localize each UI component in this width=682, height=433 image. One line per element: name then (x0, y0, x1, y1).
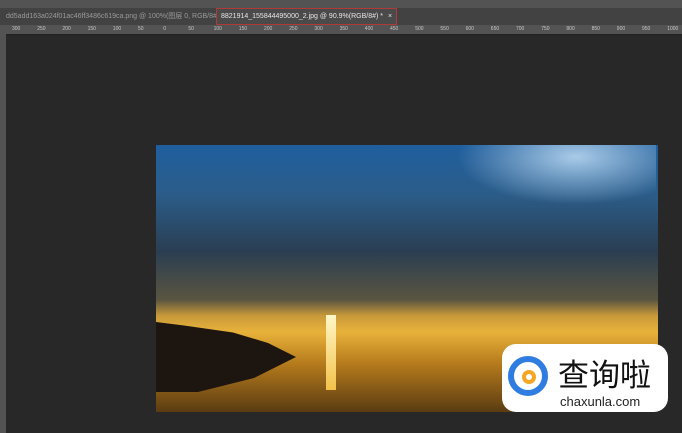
ruler-label: 750 (541, 26, 550, 32)
tab-document-2[interactable]: 8821914_155844495000_2.jpg @ 90.9%(RGB/8… (216, 8, 398, 25)
ruler-label: 200 (264, 26, 273, 32)
ruler-label: 50 (138, 26, 144, 32)
ruler-label: 1000 (667, 26, 679, 32)
ruler-label: 300 (12, 26, 21, 32)
ruler-label: 100 (213, 26, 222, 32)
tab-label: dd5add163a024f01ac46ff3486c619ca.png @ 1… (6, 13, 220, 20)
ruler-label: 50 (188, 26, 194, 32)
watermark-url: chaxunla.com (560, 394, 641, 409)
ruler-label: 700 (516, 26, 525, 32)
ruler-label: 650 (490, 26, 500, 32)
rocks (156, 322, 296, 392)
ruler-label: 400 (364, 26, 374, 32)
ruler-label: 200 (62, 26, 71, 32)
ruler-label: 300 (314, 26, 323, 32)
vertical-ruler (0, 34, 6, 433)
ruler-label: 800 (566, 26, 575, 32)
ruler-label: 950 (642, 26, 651, 32)
search-logo-icon (508, 356, 548, 396)
cloud (456, 145, 656, 205)
close-icon[interactable]: × (388, 13, 392, 20)
ruler-label: 150 (87, 26, 96, 32)
tab-document-1[interactable]: dd5add163a024f01ac46ff3486c619ca.png @ 1… (2, 8, 232, 25)
document-tabs: dd5add163a024f01ac46ff3486c619ca.png @ 1… (0, 8, 682, 25)
ruler-label: 850 (591, 26, 600, 32)
ruler-label: 250 (289, 26, 298, 32)
ruler-label: 150 (238, 26, 248, 32)
ruler-label: 0 (163, 26, 166, 32)
watermark: 查询啦 chaxunla.com (502, 344, 668, 412)
horizontal-ruler: 300 250 200 150 100 50 0 50 100 150 200 250 300 350 40… (0, 25, 682, 35)
sun-reflection (326, 315, 336, 390)
ruler-label: 900 (616, 26, 626, 32)
ruler-label: 500 (415, 26, 424, 32)
ruler-label: 550 (440, 26, 449, 32)
tab-label: 8821914_155844495000_2.jpg @ 90.9%(RGB/8… (221, 13, 384, 20)
ruler-label: 600 (465, 26, 474, 32)
ruler-label: 100 (112, 26, 122, 32)
ruler-label: 350 (339, 26, 348, 32)
ruler-label: 250 (37, 26, 46, 32)
watermark-cn: 查询啦 (558, 358, 651, 394)
ruler-label: 450 (390, 26, 399, 32)
options-bar (0, 0, 682, 8)
